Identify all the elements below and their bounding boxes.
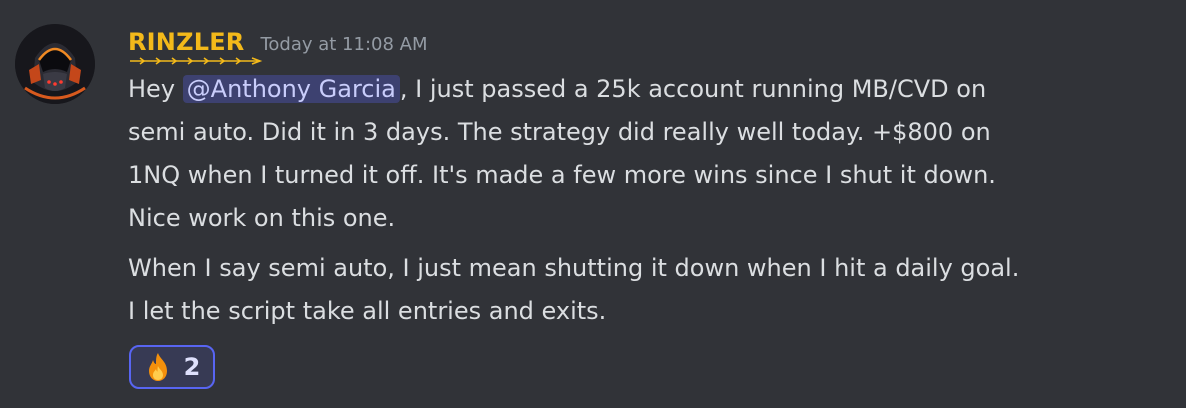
user-avatar[interactable] bbox=[15, 24, 95, 104]
message-text: 1NQ when I turned it off. It's made a fe… bbox=[128, 161, 996, 189]
message-text: When I say semi auto, I just mean shutti… bbox=[128, 254, 1020, 282]
reaction-count: 2 bbox=[183, 353, 201, 381]
user-mention[interactable]: @Anthony Garcia bbox=[182, 75, 400, 103]
author-username[interactable]: RINZLER bbox=[128, 28, 244, 56]
message-text: semi auto. Did it in 3 days. The strateg… bbox=[128, 118, 991, 146]
message-paragraph-2: When I say semi auto, I just mean shutti… bbox=[128, 247, 1168, 333]
helmet-avatar-icon bbox=[15, 24, 95, 104]
message-header: RINZLER Today at 11:08 AM bbox=[128, 28, 428, 65]
message-text: , I just passed a 25k account running MB… bbox=[399, 75, 987, 103]
message-content: Hey @Anthony Garcia, I just passed a 25k… bbox=[128, 68, 1168, 333]
username-arrow-decoration-icon bbox=[130, 57, 263, 65]
message-timestamp[interactable]: Today at 11:08 AM bbox=[260, 34, 427, 55]
chat-message: RINZLER Today at 11:08 AM Hey @Anthony G… bbox=[0, 0, 1186, 408]
message-paragraph-1: Hey @Anthony Garcia, I just passed a 25k… bbox=[128, 68, 1168, 240]
message-text: I let the script take all entries and ex… bbox=[128, 297, 607, 325]
message-text: Nice work on this one. bbox=[128, 204, 396, 232]
message-text: Hey bbox=[128, 75, 183, 103]
fire-emoji-icon bbox=[144, 352, 172, 382]
reaction-button[interactable]: 2 bbox=[129, 345, 215, 389]
